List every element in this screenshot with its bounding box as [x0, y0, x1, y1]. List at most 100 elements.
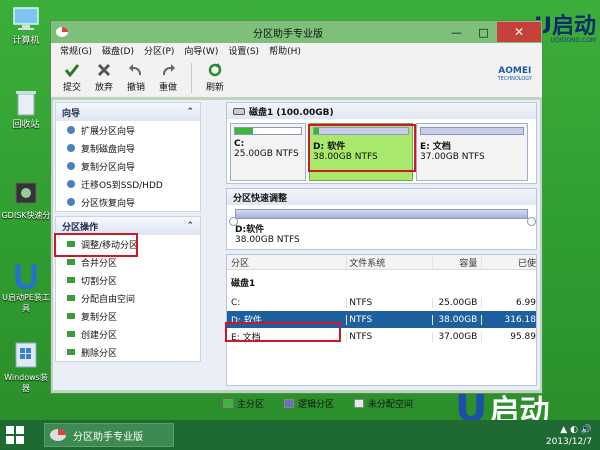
highlight-box-selected-row: [225, 322, 341, 342]
check-icon: [57, 60, 87, 78]
menu-partition[interactable]: 分区(P): [139, 44, 179, 57]
cell-name: C:: [231, 297, 241, 308]
collapse-icon[interactable]: ⌃: [186, 221, 194, 231]
column-capacity[interactable]: 容量: [431, 255, 482, 269]
aomei-logo-subtext: TECHNOLOGY: [497, 76, 532, 82]
system-tray[interactable]: ▲ ◐ 🔊 2013/12/7: [546, 424, 592, 448]
quick-adjust-body: D:软件 38.00GB NTFS: [227, 205, 536, 247]
desktop-icon-gdisk[interactable]: GDISK快速分: [0, 178, 52, 221]
menu-settings[interactable]: 设置(S): [223, 44, 264, 57]
wizard-item-icon: [66, 179, 76, 189]
wizard-item-copy-disk[interactable]: 复制磁盘向导: [56, 139, 200, 157]
desktop-icon-label: 回收站: [12, 120, 40, 130]
desktop-icon-windows-installer[interactable]: Windows装器: [0, 340, 52, 394]
partition-label: C:: [234, 139, 245, 149]
maximize-button[interactable]: □: [470, 22, 497, 42]
desktop-icon-computer[interactable]: 计算机: [0, 4, 52, 47]
quick-adjust-size: 38.00GB NTFS: [235, 235, 300, 245]
title-bar[interactable]: 分区助手专业版 — □ ✕: [51, 21, 542, 43]
close-button[interactable]: ✕: [497, 22, 541, 42]
legend-swatch: [354, 398, 365, 408]
commit-label: 提交: [62, 82, 81, 93]
legend-unallocated: 未分配空间: [354, 397, 413, 410]
column-partition[interactable]: 分区: [227, 256, 346, 269]
legend-label: 逻辑分区: [298, 399, 335, 410]
column-filesystem[interactable]: 文件系统: [346, 255, 431, 269]
toolbar: 提交 放弃 撤销 重做 刷新 AOMEI TECHNOLOGY: [51, 58, 542, 98]
legend-label: 主分区: [237, 399, 265, 410]
partition-c[interactable]: C: 25.00GB NTFS: [230, 123, 306, 181]
commit-button[interactable]: 提交: [57, 60, 87, 96]
wizard-item-extend[interactable]: 扩展分区向导: [56, 121, 200, 139]
app-icon: [55, 26, 69, 38]
menu-disk[interactable]: 磁盘(D): [97, 44, 139, 57]
menu-wizard[interactable]: 向导(W): [179, 44, 223, 57]
undo-button[interactable]: 撤销: [121, 60, 151, 96]
op-item-delete[interactable]: 删除分区: [56, 343, 200, 361]
toolbar-divider: [191, 62, 192, 93]
redo-icon: [153, 60, 183, 78]
aomei-logo-text: AOMEI: [498, 66, 532, 76]
desktop-icon-u-qidong[interactable]: U启动PE装工具: [0, 260, 52, 314]
menu-general[interactable]: 常规(G): [55, 44, 97, 57]
wizard-item-label: 复制分区向导: [81, 162, 136, 173]
wizard-item-icon: [66, 161, 76, 171]
cell-fs: NTFS: [346, 331, 431, 342]
desktop-icon-label: GDISK快速分: [1, 211, 51, 220]
wizard-item-icon: [66, 197, 76, 207]
op-item-label: 分配自由空间: [81, 294, 136, 305]
legend-primary: 主分区: [223, 397, 264, 410]
quick-adjust-label: D:软件: [235, 225, 265, 235]
menu-help[interactable]: 帮助(H): [264, 44, 306, 57]
table-header: 分区 文件系统 容量 已使: [227, 255, 536, 270]
op-item-split[interactable]: 切割分区: [56, 271, 200, 289]
cell-fs: NTFS: [346, 314, 431, 325]
gdisk-icon: [11, 178, 41, 208]
tray-icons: ▲ ◐ 🔊: [560, 425, 592, 435]
legend-logical: 逻辑分区: [284, 397, 334, 410]
wizard-item-label: 分区恢复向导: [81, 198, 136, 209]
menu-bar: 常规(G) 磁盘(D) 分区(P) 向导(W) 设置(S) 帮助(H): [51, 43, 542, 58]
wizard-panel-header[interactable]: 向导 ⌃: [56, 103, 200, 121]
resize-handle-left[interactable]: [229, 217, 238, 226]
partition-table: 分区 文件系统 容量 已使 磁盘1 C: NTFS 25.00GB 6.99 D…: [226, 254, 537, 386]
cell-used: 316.18: [481, 314, 536, 325]
op-item-create[interactable]: 创建分区: [56, 325, 200, 343]
table-row[interactable]: C: NTFS 25.00GB 6.99: [227, 294, 536, 311]
resize-handle-right[interactable]: [527, 217, 536, 226]
column-used[interactable]: 已使: [481, 255, 536, 269]
discard-button[interactable]: 放弃: [89, 60, 119, 96]
redo-label: 重做: [158, 82, 177, 93]
wizard-item-copy-partition[interactable]: 复制分区向导: [56, 157, 200, 175]
legend: 主分区 逻辑分区 未分配空间: [223, 396, 543, 410]
op-item-icon: [66, 347, 76, 357]
minimize-button[interactable]: —: [443, 22, 470, 42]
collapse-icon[interactable]: ⌃: [186, 107, 194, 117]
taskbar: 分区助手专业版 ▲ ◐ 🔊 2013/12/7: [0, 420, 600, 450]
partition-usage-bar: [420, 127, 524, 135]
quick-adjust-bar[interactable]: [235, 209, 528, 219]
wizard-item-recovery[interactable]: 分区恢复向导: [56, 193, 200, 211]
cell-used: 95.89: [481, 331, 536, 342]
desktop-icon-recycle-bin[interactable]: 回收站: [0, 88, 52, 131]
windows-start-icon[interactable]: [6, 426, 24, 444]
partition-e[interactable]: E: 文档 37.00GB NTFS: [416, 123, 528, 181]
app-icon: [49, 428, 67, 442]
redo-button[interactable]: 重做: [153, 60, 183, 96]
refresh-label: 刷新: [205, 82, 224, 93]
wizard-item-label: 复制磁盘向导: [81, 144, 136, 155]
refresh-button[interactable]: 刷新: [200, 60, 230, 96]
aomei-logo: AOMEI TECHNOLOGY: [498, 66, 532, 82]
op-item-icon: [66, 329, 76, 339]
table-disk-row[interactable]: 磁盘1: [227, 270, 536, 294]
desktop-icon-label: Windows装器: [4, 373, 48, 393]
wizard-item-migrate-os[interactable]: 迁移OS到SSD/HDD: [56, 175, 200, 193]
highlight-box-partition-d: [308, 124, 416, 172]
computer-icon: [11, 4, 41, 34]
op-item-copy[interactable]: 复制分区: [56, 307, 200, 325]
taskbar-app-button[interactable]: 分区助手专业版: [44, 423, 174, 447]
op-item-allocate[interactable]: 分配自由空间: [56, 289, 200, 307]
desktop-icon-label: U启动PE装工具: [2, 293, 50, 313]
discard-icon: [89, 60, 119, 78]
wizard-panel-title: 向导: [62, 108, 81, 119]
